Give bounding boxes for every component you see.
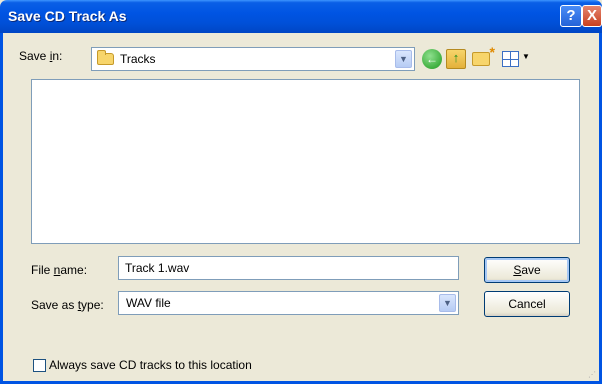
save-cd-track-dialog: Save CD Track As ? X Save in: Tracks ▼ ←… (0, 0, 602, 384)
views-dropdown-arrow-icon[interactable]: ▼ (522, 52, 530, 61)
back-icon[interactable]: ← (422, 49, 442, 69)
always-save-checkbox[interactable] (33, 359, 46, 372)
file-name-label: File name: (31, 263, 88, 277)
save-in-value: Tracks (120, 52, 156, 66)
save-as-type-dropdown[interactable]: WAV file ▼ (118, 291, 459, 315)
folder-icon (97, 50, 114, 65)
close-button[interactable]: X (582, 5, 602, 27)
close-icon: X (586, 7, 597, 24)
resize-grip-icon[interactable]: ⋰ (588, 370, 598, 380)
save-in-dropdown[interactable]: Tracks ▼ (91, 47, 415, 71)
file-list[interactable] (31, 79, 580, 244)
dialog-title: Save CD Track As (8, 8, 127, 24)
save-in-label: Save in: (19, 49, 63, 63)
cancel-button[interactable]: Cancel (484, 291, 570, 317)
chevron-down-icon[interactable]: ▼ (395, 50, 412, 68)
title-bar[interactable]: Save CD Track As ? X (0, 0, 602, 33)
views-menu-icon[interactable] (502, 51, 519, 67)
up-folder-icon[interactable]: ↑ (446, 49, 466, 69)
save-as-type-label: Save as type: (31, 298, 104, 312)
save-as-type-value: WAV file (126, 296, 171, 310)
chevron-down-icon[interactable]: ▼ (439, 294, 456, 312)
new-folder-icon[interactable] (472, 44, 495, 66)
file-name-input[interactable] (118, 256, 459, 280)
always-save-label[interactable]: Always save CD tracks to this location (49, 358, 252, 372)
help-icon: ? (566, 7, 576, 24)
save-button[interactable]: Save (484, 257, 570, 283)
help-button[interactable]: ? (560, 5, 582, 27)
